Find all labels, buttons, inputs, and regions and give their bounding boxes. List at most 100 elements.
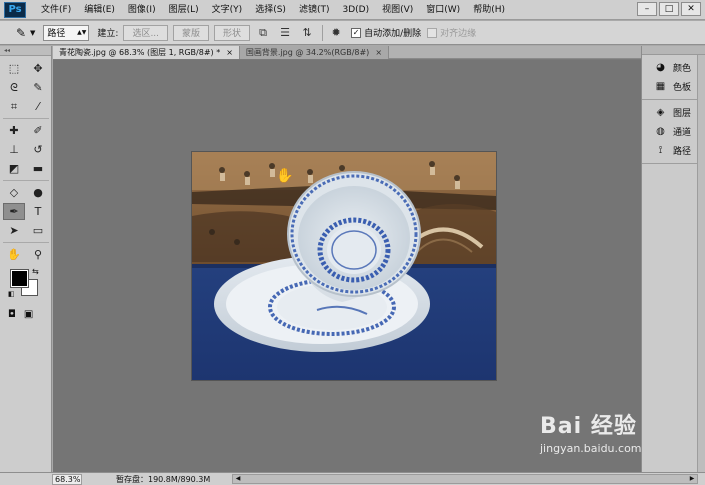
channels-panel-icon: ◍ — [656, 126, 665, 137]
panel-group-color: ◕ 颜色 ▦ 色板 — [642, 55, 705, 100]
document-tabs: 青花陶瓷.jpg @ 68.3% (图层 1, RGB/8#) * × 国画背景… — [53, 46, 641, 59]
menu-window[interactable]: 窗口(W) — [421, 0, 468, 20]
scroll-right-icon[interactable]: ▶ — [687, 475, 697, 483]
menu-filter[interactable]: 滤镜(T) — [294, 0, 338, 20]
tab-document-painting[interactable]: 国画背景.jpg @ 34.2%(RGB/8#) × — [239, 46, 390, 59]
align-edges-checkbox[interactable] — [427, 27, 438, 38]
divider — [322, 24, 324, 41]
gear-icon[interactable]: ✹ — [327, 24, 345, 42]
quick-mask-icon[interactable]: ◘ — [8, 309, 16, 320]
rectangle-tool-icon[interactable]: ▭ — [27, 222, 49, 239]
quick-select-tool-icon[interactable]: ✎ — [27, 79, 49, 96]
close-icon[interactable]: × — [375, 46, 382, 59]
tab-document-ceramic[interactable]: 青花陶瓷.jpg @ 68.3% (图层 1, RGB/8#) * × — [53, 46, 240, 59]
document-area: 青花陶瓷.jpg @ 68.3% (图层 1, RGB/8#) * × 国画背景… — [53, 46, 641, 472]
panel-group-layers: ◈ 图层 ◍ 通道 ⟟ 路径 — [642, 100, 705, 164]
color-panel-icon: ◕ — [656, 62, 665, 73]
divider — [3, 180, 49, 181]
menu-help[interactable]: 帮助(H) — [468, 0, 513, 20]
photoshop-logo: Ps — [4, 1, 26, 18]
make-shape-button[interactable]: 形状 — [214, 24, 251, 41]
tools-panel-header[interactable]: ◂◂ — [0, 46, 51, 56]
color-swatches: ⇆ ◧ — [4, 267, 50, 303]
scroll-left-icon[interactable]: ◀ — [233, 475, 243, 483]
make-mask-button[interactable]: 蒙版 — [173, 24, 210, 41]
pen-tool-icon[interactable]: ✒ — [3, 203, 25, 220]
panel-item-paths[interactable]: ⟟ 路径 — [642, 141, 705, 160]
default-colors-icon[interactable]: ◧ — [8, 290, 15, 298]
status-bar: 68.3% 暂存盘：190.8M/890.3M ▶ ◀ ▶ — [0, 472, 705, 485]
tools-panel: ◂◂ ⬚ ✥ ᘓ ✎ ⌗ ⁄ ✚ ✐ ⊥ ↺ ◩ ▬ ◇ ● ✒ T ➤ ▭ ✋ ⚲ ⇆ ◧ ◘ ▣ — [0, 46, 52, 472]
clone-stamp-tool-icon[interactable]: ⊥ — [3, 141, 25, 158]
gradient-tool-icon[interactable]: ▬ — [27, 160, 49, 177]
panel-item-color[interactable]: ◕ 颜色 — [642, 58, 705, 77]
auto-add-delete-checkbox[interactable]: ✓ — [351, 27, 362, 38]
path-arrangement-icon[interactable]: ⇅ — [298, 24, 316, 42]
menu-select[interactable]: 选择(S) — [250, 0, 294, 20]
svg-text:✋: ✋ — [276, 167, 293, 184]
blur-tool-icon[interactable]: ◇ — [3, 184, 25, 201]
divider — [3, 242, 49, 243]
type-tool-icon[interactable]: T — [27, 203, 49, 220]
panel-dock-header[interactable] — [642, 46, 705, 55]
panel-item-label: 通道 — [673, 128, 692, 138]
menu-image[interactable]: 图像(I) — [123, 0, 164, 20]
marquee-tool-icon[interactable]: ⬚ — [3, 60, 25, 77]
menu-layer[interactable]: 图层(L) — [164, 0, 207, 20]
chevron-down-icon: ▲▼ — [77, 29, 87, 36]
chevron-down-icon[interactable]: ▼ — [30, 29, 35, 37]
close-icon[interactable]: × — [226, 46, 233, 59]
menu-items: 文件(F) 编辑(E) 图像(I) 图层(L) 文字(Y) 选择(S) 滤镜(T… — [36, 0, 513, 20]
paths-panel-icon: ⟟ — [658, 145, 663, 156]
make-selection-button[interactable]: 选区... — [123, 24, 169, 41]
layers-panel-icon: ◈ — [656, 107, 665, 118]
panel-item-channels[interactable]: ◍ 通道 — [642, 122, 705, 141]
document-canvas-image[interactable]: ✋ — [192, 152, 496, 380]
align-edges-label: 对齐边缘 — [440, 29, 477, 39]
horizontal-scrollbar[interactable]: ◀ ▶ — [232, 474, 698, 484]
menu-view[interactable]: 视图(V) — [377, 0, 421, 20]
menu-file[interactable]: 文件(F) — [36, 0, 79, 20]
canvas-area[interactable]: ✋ — [53, 60, 641, 472]
lasso-tool-icon[interactable]: ᘓ — [3, 79, 25, 96]
menu-edit[interactable]: 编辑(E) — [79, 0, 123, 20]
swap-colors-icon[interactable]: ⇆ — [32, 267, 39, 276]
foreground-color-swatch[interactable] — [10, 269, 29, 288]
brush-tool-icon[interactable]: ✐ — [27, 122, 49, 139]
minimize-button[interactable]: – — [637, 2, 657, 16]
panel-item-label: 色板 — [673, 83, 692, 93]
build-label: 建立: — [97, 29, 119, 39]
window-controls: – □ ✕ — [637, 2, 701, 16]
path-alignment-icon[interactable]: ☰ — [276, 24, 294, 42]
dodge-tool-icon[interactable]: ● — [27, 184, 49, 201]
zoom-level-field[interactable]: 68.3% — [52, 473, 82, 485]
path-select-tool-icon[interactable]: ➤ — [3, 222, 25, 239]
panel-item-label: 颜色 — [673, 64, 692, 74]
menu-3d[interactable]: 3D(D) — [337, 0, 377, 20]
pen-mode-select[interactable]: 路径 ▲▼ — [43, 24, 90, 41]
pen-mode-value: 路径 — [47, 29, 66, 39]
eraser-tool-icon[interactable]: ◩ — [3, 160, 25, 177]
panel-item-layers[interactable]: ◈ 图层 — [642, 103, 705, 122]
panel-item-swatches[interactable]: ▦ 色板 — [642, 77, 705, 96]
zoom-tool-icon[interactable]: ⚲ — [27, 246, 49, 263]
panel-dock-scrollbar[interactable] — [697, 55, 705, 472]
crop-tool-icon[interactable]: ⌗ — [3, 98, 25, 115]
healing-brush-tool-icon[interactable]: ✚ — [3, 122, 25, 139]
maximize-button[interactable]: □ — [659, 2, 679, 16]
tab-label: 国画背景.jpg @ 34.2%(RGB/8#) — [245, 48, 370, 57]
history-brush-tool-icon[interactable]: ↺ — [27, 141, 49, 158]
path-operations-icon[interactable]: ⧉ — [254, 24, 272, 42]
tool-bottom-row: ◘ ▣ — [0, 303, 51, 320]
swatches-panel-icon: ▦ — [655, 81, 666, 92]
hand-tool-icon[interactable]: ✋ — [3, 246, 25, 263]
scratch-disk-info: 暂存盘：190.8M/890.3M — [116, 474, 211, 484]
menu-type[interactable]: 文字(Y) — [207, 0, 251, 20]
eyedropper-tool-icon[interactable]: ⁄ — [27, 98, 49, 115]
screen-mode-icon[interactable]: ▣ — [24, 309, 33, 320]
ceramic-bowl-photo: ✋ — [192, 152, 496, 380]
options-bar: ✎ ▼ 路径 ▲▼ 建立: 选区... 蒙版 形状 ⧉ ☰ ⇅ ✹ ✓ 自动添加… — [0, 21, 705, 45]
close-button[interactable]: ✕ — [681, 2, 701, 16]
move-tool-icon[interactable]: ✥ — [27, 60, 49, 77]
menu-bar: Ps 文件(F) 编辑(E) 图像(I) 图层(L) 文字(Y) 选择(S) 滤… — [0, 0, 705, 20]
